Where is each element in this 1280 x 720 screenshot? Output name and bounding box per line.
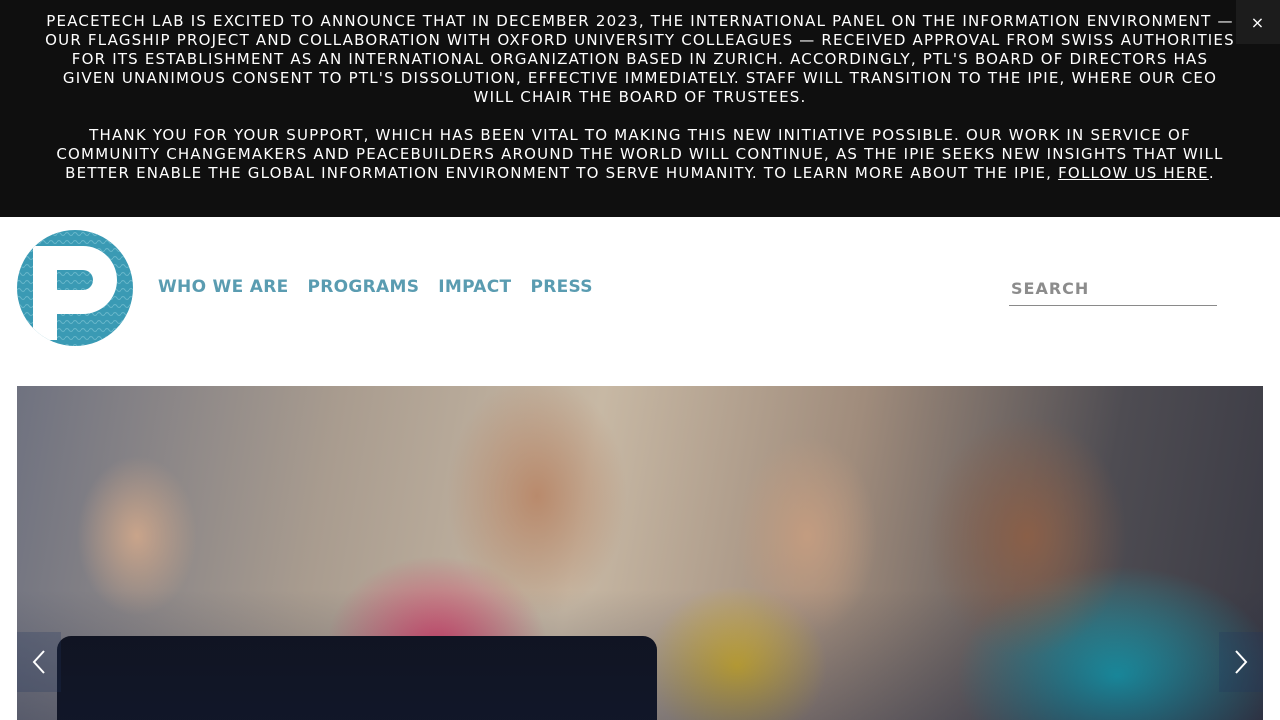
slider-next-button[interactable] bbox=[1219, 632, 1263, 692]
close-icon: × bbox=[1250, 12, 1266, 32]
main-nav: WHO WE ARE PROGRAMS IMPACT PRESS bbox=[158, 277, 593, 297]
announcement-paragraph-1: PeaceTech Lab is excited to announce tha… bbox=[45, 12, 1235, 106]
nav-programs[interactable]: PROGRAMS bbox=[308, 277, 420, 297]
nav-press[interactable]: PRESS bbox=[530, 277, 592, 297]
announcement-paragraph-2-text: Thank you for your support, which has be… bbox=[56, 126, 1224, 182]
nav-who-we-are[interactable]: WHO WE ARE bbox=[158, 277, 289, 297]
chevron-left-icon bbox=[32, 650, 45, 674]
peacetech-logo-icon bbox=[17, 230, 133, 346]
nav-impact[interactable]: IMPACT bbox=[438, 277, 511, 297]
close-banner-button[interactable]: × bbox=[1236, 0, 1280, 44]
hero-slider bbox=[17, 386, 1263, 720]
hero-image bbox=[17, 386, 1263, 720]
hero-shade bbox=[17, 386, 1263, 720]
chevron-right-icon bbox=[1235, 650, 1248, 674]
announcement-banner: PeaceTech Lab is excited to announce tha… bbox=[0, 0, 1280, 217]
slider-prev-button[interactable] bbox=[17, 632, 61, 692]
announcement-period: . bbox=[1208, 164, 1215, 182]
follow-us-link[interactable]: follow us here bbox=[1058, 164, 1209, 182]
announcement-paragraph-2: Thank you for your support, which has be… bbox=[44, 126, 1236, 183]
search-input[interactable] bbox=[1009, 272, 1217, 306]
site-logo[interactable] bbox=[17, 230, 133, 346]
